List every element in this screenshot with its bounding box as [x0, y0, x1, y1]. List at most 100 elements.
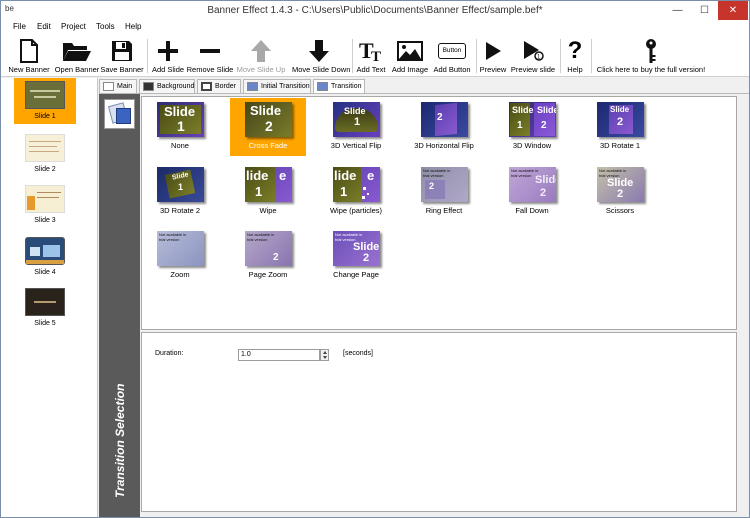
transition-thumbnail: Slide 2	[245, 102, 292, 137]
open-banner-button[interactable]: Open Banner	[55, 35, 99, 77]
slide-item-3[interactable]: Slide 3	[14, 182, 76, 228]
spin-up-icon[interactable]	[323, 351, 327, 354]
new-banner-button[interactable]: New Banner	[8, 35, 50, 77]
transition-3d-vertical-flip[interactable]: Slide 1 3D Vertical Flip	[318, 98, 394, 156]
play-icon	[486, 42, 501, 60]
remove-slide-label: Remove Slide	[186, 65, 234, 74]
minus-icon	[200, 49, 220, 53]
slide-list-panel: Slide 1 Slide 2 Slide 3 Slide 4 Slide 5	[1, 78, 98, 517]
tab-initial-transition[interactable]: Initial Transition	[243, 79, 311, 94]
close-button[interactable]: ✕	[718, 1, 748, 20]
plus-icon	[158, 41, 178, 61]
menu-tools[interactable]: Tools	[96, 22, 115, 31]
property-tabs: Main Background Border Initial Transitio…	[99, 79, 749, 95]
transition-panel: Transition Selection Slide 1 None Slide …	[99, 93, 749, 517]
window-title: Banner Effect 1.4.3 - C:\Users\Public\Do…	[207, 5, 543, 16]
add-button-label: Add Button	[433, 65, 471, 74]
slide-thumbnail	[25, 134, 65, 162]
image-icon	[397, 41, 423, 61]
slide-thumbnail	[25, 185, 65, 213]
slide-item-4[interactable]: Slide 4	[14, 234, 76, 280]
duration-settings: Duration: 1.0 [seconds]	[141, 332, 737, 512]
transition-thumbnail: Slide 1	[157, 167, 204, 202]
transition-label: Change Page	[333, 270, 379, 279]
transition-gallery: Slide 1 None Slide 2 Cross Fade Slide 1 …	[141, 96, 737, 330]
move-slide-down-label: Move Slide Down	[292, 65, 351, 74]
transition-label: 3D Rotate 2	[159, 206, 201, 215]
menu-edit[interactable]: Edit	[37, 22, 51, 31]
slide-label: Slide 5	[34, 320, 56, 327]
transition-none[interactable]: Slide 1 None	[142, 98, 218, 156]
transition-zoom[interactable]: Not available in trial version Zoom	[142, 227, 218, 285]
menu-file[interactable]: File	[13, 22, 26, 31]
buy-full-version-button[interactable]: Click here to buy the full version!	[597, 35, 705, 77]
menu-project[interactable]: Project	[61, 22, 86, 31]
add-text-button[interactable]: TT Add Text	[356, 35, 386, 77]
add-button-button[interactable]: Button Add Button	[433, 35, 471, 77]
slide-item-5[interactable]: Slide 5	[14, 285, 76, 331]
transition-thumbnail: lide e 1	[333, 167, 380, 202]
transition-3d-rotate-2[interactable]: Slide 1 3D Rotate 2	[142, 163, 218, 221]
help-label: Help	[567, 65, 583, 74]
slide-item-2[interactable]: Slide 2	[14, 131, 76, 177]
slide-label: Slide 2	[34, 166, 56, 173]
transition-ring-effect[interactable]: Not available in trial version 2 Ring Ef…	[406, 163, 482, 221]
question-mark-icon: ?	[567, 37, 583, 64]
transition-thumbnail: Not available in trial version 2	[245, 231, 292, 266]
tab-border[interactable]: Border	[197, 79, 241, 94]
side-title-strip: Transition Selection	[99, 94, 140, 517]
slide-thumbnail	[25, 237, 65, 265]
new-document-icon	[20, 39, 38, 63]
transition-change-page[interactable]: Not available in trial version Slide 2 C…	[318, 227, 394, 285]
slide-label: Slide 3	[34, 217, 56, 224]
transition-thumbnail: Slide 1	[157, 102, 204, 137]
save-banner-label: Save Banner	[100, 65, 144, 74]
transition-3d-rotate-1[interactable]: Slide 2 3D Rotate 1	[582, 98, 658, 156]
minimize-button[interactable]: —	[664, 1, 691, 20]
duration-input[interactable]: 1.0	[238, 349, 320, 361]
save-disk-icon	[112, 41, 132, 61]
transition-page-zoom[interactable]: Not available in trial version 2 Page Zo…	[230, 227, 306, 285]
toolbar-separator	[591, 39, 592, 73]
maximize-button[interactable]: ☐	[691, 1, 718, 20]
transition-wipe[interactable]: lide e 1 Wipe	[230, 163, 306, 221]
transition-scissors[interactable]: Not available in trial version Slide 2 S…	[582, 163, 658, 221]
transition-thumbnail: Not available in trial version Slide 2	[597, 167, 644, 202]
transition-tab-icon	[317, 82, 328, 91]
move-slide-down-button[interactable]: Move Slide Down	[292, 35, 350, 77]
border-tab-icon	[201, 82, 212, 91]
transition-label: 3D Horizontal Flip	[414, 141, 474, 150]
transition-cross-fade[interactable]: Slide 2 Cross Fade	[230, 98, 306, 156]
transition-wipe-particles[interactable]: lide e 1 Wipe (particles)	[318, 163, 394, 221]
transition-section-icon	[104, 99, 135, 129]
move-slide-up-button[interactable]: Move Slide Up	[237, 35, 285, 77]
transition-thumbnail: Not available in trial version Slide 2	[333, 231, 380, 266]
transition-3d-horizontal-flip[interactable]: 2 3D Horizontal Flip	[406, 98, 482, 156]
transition-selection-title: Transition Selection	[113, 383, 127, 498]
title-bar: be Banner Effect 1.4.3 - C:\Users\Public…	[1, 1, 749, 20]
help-button[interactable]: ? Help	[563, 35, 587, 77]
tab-main[interactable]: Main	[99, 79, 137, 94]
new-banner-label: New Banner	[8, 65, 50, 74]
duration-spinner[interactable]	[320, 349, 329, 361]
transition-3d-window[interactable]: Slide Slide 1 2 3D Window	[494, 98, 570, 156]
spin-down-icon[interactable]	[323, 356, 327, 359]
add-slide-button[interactable]: Add Slide	[151, 35, 185, 77]
transition-label: Page Zoom	[248, 270, 288, 279]
slide-item-1[interactable]: Slide 1	[14, 78, 76, 124]
transition-fall-down[interactable]: Not available in trial version Slide 2 F…	[494, 163, 570, 221]
tab-background[interactable]: Background	[139, 79, 195, 94]
app-window: be Banner Effect 1.4.3 - C:\Users\Public…	[0, 0, 750, 518]
save-banner-button[interactable]: Save Banner	[100, 35, 144, 77]
transition-thumbnail: Not available in trial version Slide 2	[509, 167, 556, 202]
svg-text:T: T	[371, 49, 381, 63]
add-image-button[interactable]: Add Image	[392, 35, 428, 77]
transition-label: 3D Window	[512, 141, 552, 150]
menu-help[interactable]: Help	[125, 22, 141, 31]
preview-button[interactable]: Preview	[479, 35, 507, 77]
move-slide-up-label: Move Slide Up	[236, 65, 286, 74]
main-tab-icon	[103, 82, 114, 91]
preview-slide-button[interactable]: 1 Preview slide	[511, 35, 555, 77]
folder-open-icon	[63, 43, 91, 61]
remove-slide-button[interactable]: Remove Slide	[187, 35, 233, 77]
